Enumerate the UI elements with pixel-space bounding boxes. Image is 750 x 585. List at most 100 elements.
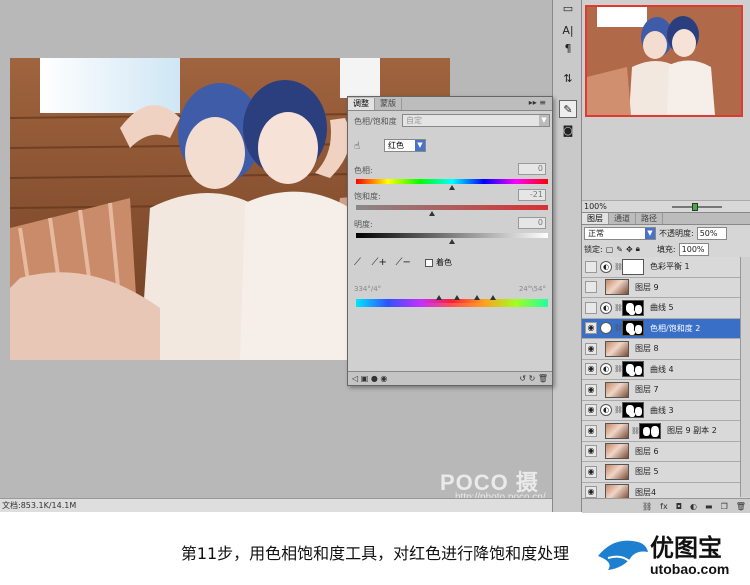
navigator-zoom-value[interactable]: 100% bbox=[584, 202, 607, 211]
layer-row[interactable]: ◉ ⛓ 图层 9 副本 2 bbox=[582, 421, 740, 442]
eyedropper-minus-icon[interactable]: ⟋− bbox=[395, 257, 410, 268]
lock-label: 锁定: bbox=[584, 244, 603, 254]
mask-link-icon[interactable]: ⛓ bbox=[614, 324, 623, 332]
back-icon[interactable]: ◁ bbox=[352, 374, 358, 383]
visibility-eye-icon[interactable]: ◉ bbox=[585, 404, 597, 417]
tab-channels[interactable]: 通道 bbox=[609, 213, 636, 224]
paragraph-icon[interactable]: ¶ bbox=[559, 40, 577, 58]
navigator-thumbnail[interactable] bbox=[585, 5, 743, 117]
notes-icon[interactable]: ▭ bbox=[559, 0, 577, 18]
link-layers-icon[interactable]: ⛓ bbox=[642, 502, 652, 511]
visibility-eye-icon[interactable] bbox=[585, 301, 597, 314]
layer-mask-thumbnail[interactable] bbox=[622, 402, 644, 419]
new-group-icon[interactable]: ▬ bbox=[705, 502, 713, 511]
lightness-slider-knob[interactable] bbox=[449, 239, 455, 244]
navigator-zoom-slider[interactable] bbox=[672, 203, 722, 211]
fill-field[interactable]: 100% bbox=[678, 242, 709, 256]
visibility-eye-icon[interactable]: ◉ bbox=[585, 383, 597, 396]
layer-thumbnail[interactable] bbox=[605, 340, 629, 357]
mask-link-icon[interactable]: ⛓ bbox=[631, 427, 640, 435]
reset-icon[interactable]: ↺ bbox=[519, 374, 526, 383]
colorize-checkbox[interactable] bbox=[425, 258, 434, 267]
mask-icon[interactable]: ◙ bbox=[559, 122, 577, 140]
lock-position-icon[interactable]: ✥ bbox=[626, 245, 633, 254]
tab-adjustments[interactable]: 调整 bbox=[348, 98, 375, 110]
layer-row[interactable]: ◐ ⛓ 色彩平衡 1 bbox=[582, 257, 740, 278]
tab-paths[interactable]: 路径 bbox=[636, 213, 663, 224]
delete-layer-icon[interactable]: 🗑︎ bbox=[736, 502, 746, 511]
range-handle-3[interactable] bbox=[474, 295, 480, 300]
layer-row[interactable]: ◉ ◐ ⛓ 曲线 3 bbox=[582, 400, 740, 421]
new-adjustment-icon[interactable]: ◐ bbox=[690, 502, 697, 511]
visibility-eye-icon[interactable]: ◉ bbox=[585, 486, 597, 499]
layers-scrollbar[interactable] bbox=[740, 257, 750, 497]
saturation-slider[interactable] bbox=[356, 205, 548, 216]
layer-thumbnail[interactable] bbox=[605, 443, 629, 460]
lightness-field[interactable]: 0 bbox=[518, 217, 546, 229]
mask-link-icon[interactable]: ⛓ bbox=[614, 406, 623, 414]
visibility-eye-icon[interactable]: ◉ bbox=[585, 424, 597, 437]
layer-thumbnail[interactable] bbox=[605, 381, 629, 398]
layer-row[interactable]: ◉ 图层 7 bbox=[582, 380, 740, 401]
range-handle-1[interactable] bbox=[436, 295, 442, 300]
layer-mask-thumbnail[interactable] bbox=[622, 299, 644, 316]
layer-row[interactable]: ◉ 图层 6 bbox=[582, 441, 740, 462]
tab-masks[interactable]: 蒙版 bbox=[375, 98, 402, 110]
clone-source-icon[interactable]: ⇅ bbox=[559, 70, 577, 88]
delete-adjust-icon[interactable]: 🗑︎ bbox=[538, 374, 548, 383]
hue-slider[interactable] bbox=[356, 179, 548, 190]
panel-menu-icon[interactable]: ▸▸ ≡ bbox=[529, 98, 546, 107]
visibility-icon[interactable]: ● bbox=[371, 374, 378, 383]
mask-link-icon[interactable]: ⛓ bbox=[614, 263, 623, 271]
hue-slider-knob[interactable] bbox=[449, 185, 455, 190]
eyedropper-icon[interactable]: ⟋ bbox=[354, 257, 361, 268]
mask-link-icon[interactable]: ⛓ bbox=[614, 365, 623, 373]
layer-thumbnail[interactable] bbox=[605, 279, 629, 296]
layer-row[interactable]: ◉ 图层 8 bbox=[582, 339, 740, 360]
hue-field[interactable]: 0 bbox=[518, 163, 546, 175]
navigator-zoom-knob[interactable] bbox=[692, 203, 698, 211]
visibility-eye-icon[interactable]: ◉ bbox=[585, 465, 597, 478]
channel-select[interactable]: 红色 ▼ bbox=[384, 139, 426, 152]
layer-row[interactable]: 图层 9 bbox=[582, 277, 740, 298]
refresh-icon[interactable]: ↻ bbox=[529, 374, 536, 383]
lock-all-icon[interactable]: 🔒︎ bbox=[636, 244, 640, 254]
saturation-slider-knob[interactable] bbox=[429, 211, 435, 216]
range-handle-4[interactable] bbox=[490, 295, 496, 300]
layer-mask-thumbnail[interactable] bbox=[622, 258, 644, 275]
target-adjust-icon[interactable]: ☝ bbox=[354, 141, 360, 152]
view-previous-icon[interactable]: ◉ bbox=[380, 374, 387, 383]
add-mask-icon[interactable]: ◘ bbox=[676, 502, 682, 511]
eyedropper-plus-icon[interactable]: ⟋+ bbox=[372, 257, 387, 268]
fx-icon[interactable]: fx bbox=[660, 502, 668, 511]
preset-select[interactable]: 自定 ▼ bbox=[402, 114, 550, 127]
tab-layers[interactable]: 图层 bbox=[582, 213, 609, 224]
layer-row[interactable]: ◉ ◐ ⛓ 曲线 4 bbox=[582, 359, 740, 380]
lock-pixels-icon[interactable]: ✎ bbox=[616, 245, 623, 254]
saturation-field[interactable]: -21 bbox=[518, 189, 546, 201]
layer-row[interactable]: ◐ ⛓ 曲线 5 bbox=[582, 298, 740, 319]
layer-mask-thumbnail[interactable] bbox=[622, 320, 644, 337]
new-layer-icon[interactable]: ❐ bbox=[721, 502, 728, 511]
opacity-field[interactable]: 50% bbox=[696, 226, 727, 240]
clip-layer-icon[interactable]: ▣ bbox=[361, 374, 369, 383]
mask-link-icon[interactable]: ⛓ bbox=[614, 304, 623, 312]
brush-icon[interactable]: ✎ bbox=[559, 100, 577, 118]
layer-mask-thumbnail[interactable] bbox=[622, 361, 644, 378]
visibility-eye-icon[interactable]: ◉ bbox=[585, 363, 597, 376]
blend-mode-select[interactable]: 正常 ▼ bbox=[584, 226, 656, 240]
visibility-eye-icon[interactable] bbox=[585, 260, 597, 273]
layer-row[interactable]: ◉ 图层 5 bbox=[582, 462, 740, 483]
visibility-eye-icon[interactable]: ◉ bbox=[585, 445, 597, 458]
character-icon[interactable]: A| bbox=[559, 22, 577, 40]
layer-mask-thumbnail[interactable] bbox=[639, 422, 661, 439]
visibility-eye-icon[interactable]: ◉ bbox=[585, 322, 597, 335]
lock-transparent-icon[interactable]: ▢ bbox=[606, 245, 614, 254]
layer-thumbnail[interactable] bbox=[605, 422, 629, 439]
range-handle-2[interactable] bbox=[454, 295, 460, 300]
visibility-eye-icon[interactable] bbox=[585, 281, 597, 294]
layer-thumbnail[interactable] bbox=[605, 463, 629, 480]
visibility-eye-icon[interactable]: ◉ bbox=[585, 342, 597, 355]
lightness-slider[interactable] bbox=[356, 233, 548, 244]
layer-row[interactable]: ◉ ◐ ⛓ 色相/饱和度 2 bbox=[582, 318, 740, 339]
